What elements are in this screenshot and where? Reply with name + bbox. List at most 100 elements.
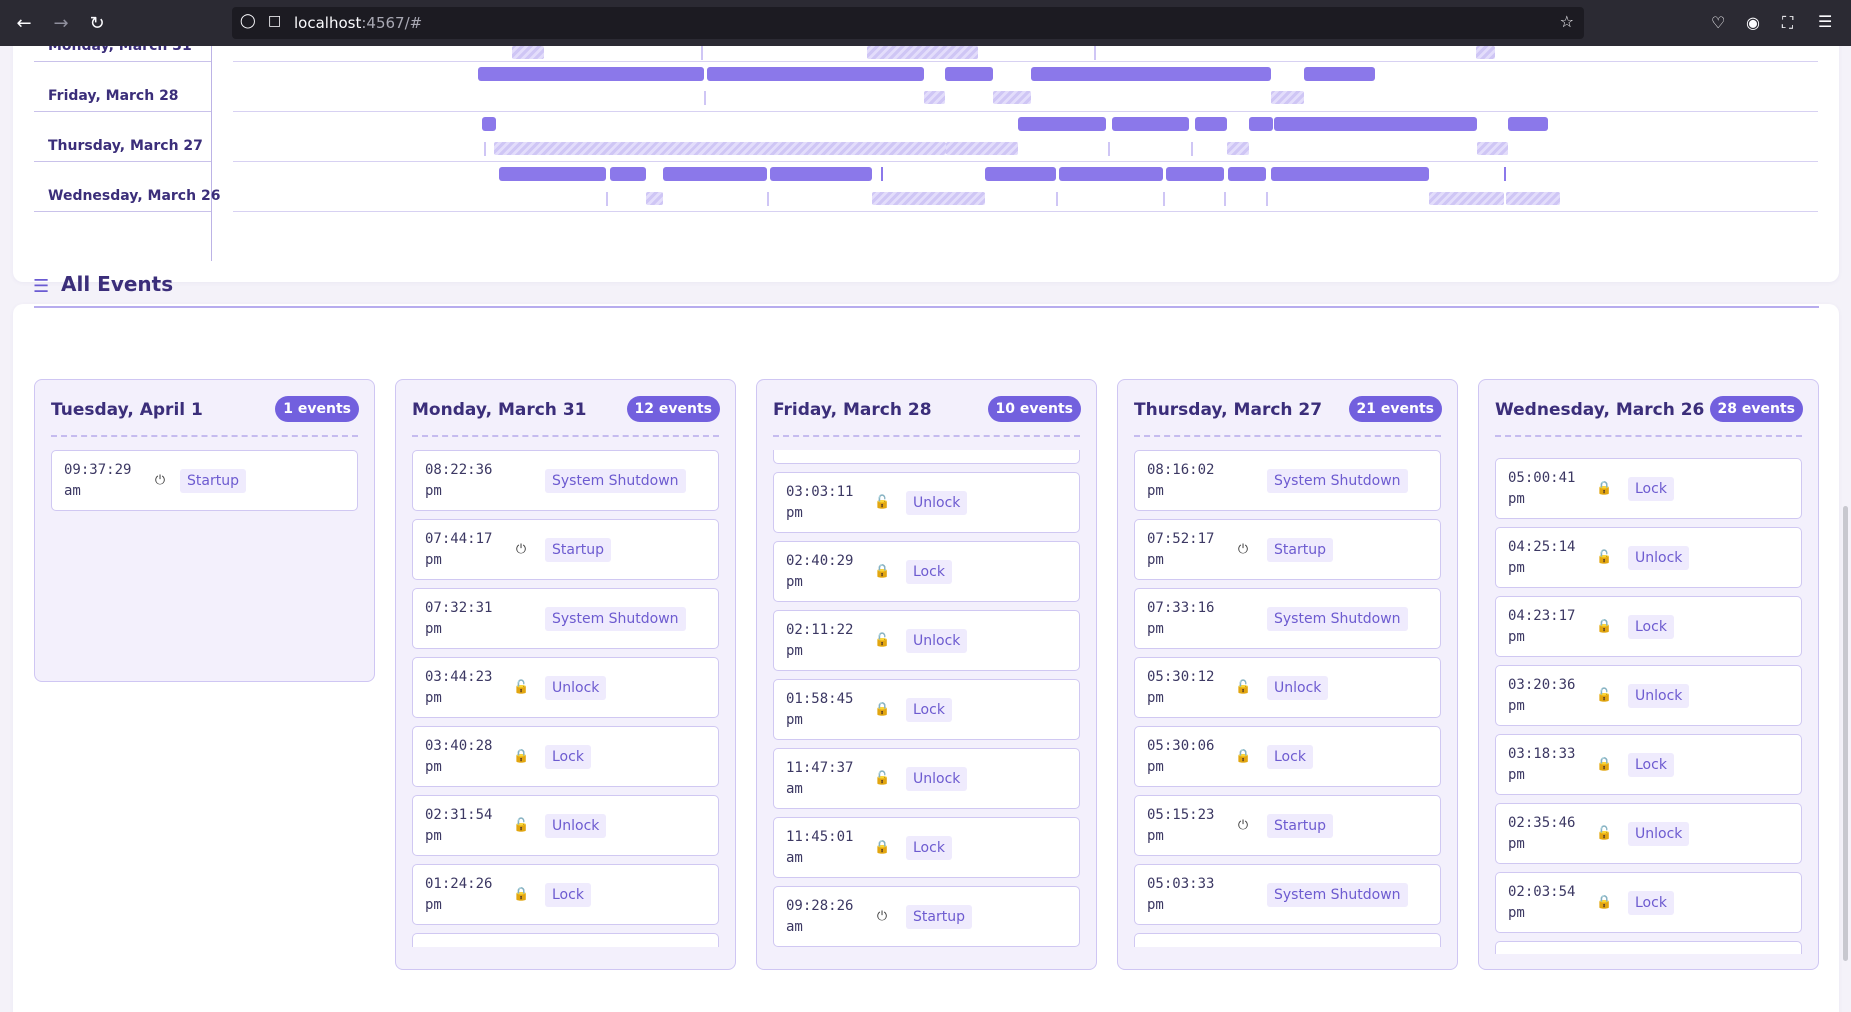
active-session-bar[interactable]: [1018, 117, 1106, 131]
active-session-bar[interactable]: [499, 167, 606, 181]
active-session-bar[interactable]: [1504, 167, 1506, 181]
bookmark-star-icon[interactable]: ☆: [1560, 12, 1574, 31]
active-session-bar[interactable]: [478, 67, 704, 81]
event-list[interactable]: 05:00:41 pm 🔒 Lock 04:25:14 pm 🔓 Unlock 04:2…: [1495, 458, 1802, 954]
back-icon[interactable]: ←: [10, 9, 38, 37]
active-session-bar[interactable]: [610, 167, 646, 181]
locked-segment[interactable]: [1429, 192, 1504, 205]
event-item[interactable]: 04:25:14 pm 🔓 Unlock: [1495, 527, 1802, 588]
event-item[interactable]: 03:03:11 pm 🔓 Unlock: [773, 472, 1080, 533]
event-item[interactable]: [773, 450, 1080, 464]
active-session-bar[interactable]: [1195, 117, 1227, 131]
url-bar[interactable]: ◯ □ localhost:4567/# ☆: [232, 7, 1584, 39]
event-item[interactable]: 07:44:17 pm ⏻ Startup: [412, 519, 719, 580]
event-list[interactable]: 08:22:36 pm System Shutdown 07:44:17 pm ⏻ S…: [412, 450, 719, 954]
event-item[interactable]: 04:23:17 pm 🔒 Lock: [1495, 596, 1802, 657]
locked-segment[interactable]: [494, 142, 946, 155]
url-text[interactable]: localhost:4567/#: [294, 14, 422, 32]
shield-icon[interactable]: ◯: [240, 13, 256, 29]
extensions-icon[interactable]: ⛶: [1782, 13, 1793, 33]
event-item[interactable]: 02:35:46 pm 🔓 Unlock: [1495, 803, 1802, 864]
event-item[interactable]: 05:30:06 pm 🔒 Lock: [1134, 726, 1441, 787]
event-item[interactable]: 03:18:33 pm 🔒 Lock: [1495, 734, 1802, 795]
locked-segment[interactable]: [646, 192, 663, 205]
page-info-icon[interactable]: □: [268, 13, 281, 29]
locked-segment[interactable]: [1476, 46, 1495, 59]
event-item[interactable]: 05:15:23 pm ⏻ Startup: [1134, 795, 1441, 856]
event-item[interactable]: 02:03:54 pm 🔒 Lock: [1495, 872, 1802, 933]
active-session-bar[interactable]: [1228, 167, 1266, 181]
locked-segment[interactable]: [867, 46, 978, 59]
active-session-bar[interactable]: [663, 167, 767, 181]
forward-icon[interactable]: →: [47, 9, 75, 37]
locked-segment[interactable]: [1224, 192, 1226, 206]
active-session-bar[interactable]: [1508, 117, 1548, 131]
active-session-bar[interactable]: [1059, 167, 1163, 181]
active-session-bar[interactable]: [1271, 167, 1429, 181]
active-session-bar[interactable]: [881, 167, 883, 181]
event-item[interactable]: 02:40:29 pm 🔒 Lock: [773, 541, 1080, 602]
event-item[interactable]: 02:11:22 pm 🔓 Unlock: [773, 610, 1080, 671]
locked-segment[interactable]: [512, 46, 544, 59]
locked-segment[interactable]: [1271, 91, 1304, 104]
active-session-bar[interactable]: [1166, 167, 1224, 181]
locked-segment[interactable]: [1163, 192, 1165, 206]
pocket-icon[interactable]: ♡: [1711, 13, 1725, 32]
locked-segment[interactable]: [1477, 142, 1508, 155]
locked-segment[interactable]: [484, 142, 486, 156]
locked-segment[interactable]: [1506, 192, 1560, 205]
event-item[interactable]: [1134, 933, 1441, 947]
event-item[interactable]: 01:24:26 pm 🔒 Lock: [412, 864, 719, 925]
event-item[interactable]: 05:00:41 pm 🔒 Lock: [1495, 458, 1802, 519]
active-session-bar[interactable]: [1274, 117, 1477, 131]
locked-segment[interactable]: [1266, 192, 1268, 206]
locked-segment[interactable]: [1108, 142, 1110, 156]
active-session-bar[interactable]: [945, 67, 993, 81]
event-item[interactable]: 07:33:16 pm System Shutdown: [1134, 588, 1441, 649]
active-session-bar[interactable]: [1112, 117, 1189, 131]
event-item[interactable]: 07:32:31 pm System Shutdown: [412, 588, 719, 649]
event-item[interactable]: [412, 933, 719, 947]
event-item[interactable]: 03:40:28 pm 🔒 Lock: [412, 726, 719, 787]
event-item[interactable]: 07:52:17 pm ⏻ Startup: [1134, 519, 1441, 580]
event-item[interactable]: 08:22:36 pm System Shutdown: [412, 450, 719, 511]
event-item[interactable]: 03:20:36 pm 🔓 Unlock: [1495, 665, 1802, 726]
locked-segment[interactable]: [1227, 142, 1249, 155]
event-list[interactable]: 09:37:29 am ⏻ Startup: [51, 450, 358, 666]
event-item[interactable]: 08:16:02 pm System Shutdown: [1134, 450, 1441, 511]
event-item[interactable]: 11:45:01 am 🔒 Lock: [773, 817, 1080, 878]
event-item[interactable]: 03:44:23 pm 🔓 Unlock: [412, 657, 719, 718]
event-list[interactable]: 08:16:02 pm System Shutdown 07:52:17 pm ⏻ S…: [1134, 450, 1441, 954]
active-session-bar[interactable]: [1031, 67, 1271, 81]
locked-segment[interactable]: [606, 192, 608, 206]
locked-segment[interactable]: [872, 192, 985, 205]
active-session-bar[interactable]: [1304, 67, 1375, 81]
account-icon[interactable]: ◉: [1746, 13, 1760, 32]
event-item[interactable]: 09:37:29 am ⏻ Startup: [51, 450, 358, 511]
active-session-bar[interactable]: [770, 167, 872, 181]
event-item[interactable]: 01:58:45 pm 🔒 Lock: [773, 679, 1080, 740]
event-list[interactable]: 03:03:11 pm 🔓 Unlock 02:40:29 pm 🔒 Lock 02:1…: [773, 450, 1080, 954]
locked-segment[interactable]: [946, 142, 1018, 155]
active-session-bar[interactable]: [985, 167, 1056, 181]
locked-segment[interactable]: [767, 192, 769, 206]
locked-segment[interactable]: [993, 91, 1031, 104]
event-item[interactable]: 05:03:33 pm System Shutdown: [1134, 864, 1441, 925]
locked-segment[interactable]: [924, 91, 945, 104]
locked-segment[interactable]: [1094, 46, 1096, 60]
page-scrollbar[interactable]: [1843, 506, 1848, 961]
event-item[interactable]: 05:30:12 pm 🔓 Unlock: [1134, 657, 1441, 718]
event-item[interactable]: 11:47:37 am 🔓 Unlock: [773, 748, 1080, 809]
event-item[interactable]: 02:31:54 pm 🔓 Unlock: [412, 795, 719, 856]
reload-icon[interactable]: ↻: [83, 9, 111, 37]
locked-segment[interactable]: [704, 91, 706, 105]
menu-icon[interactable]: ☰: [1818, 12, 1832, 31]
locked-segment[interactable]: [1191, 142, 1193, 156]
event-item[interactable]: [1495, 941, 1802, 954]
locked-segment[interactable]: [1056, 192, 1058, 206]
active-session-bar[interactable]: [707, 67, 924, 81]
active-session-bar[interactable]: [482, 117, 496, 131]
locked-segment[interactable]: [701, 46, 703, 60]
event-item[interactable]: 09:28:26 am ⏻ Startup: [773, 886, 1080, 947]
active-session-bar[interactable]: [1249, 117, 1273, 131]
